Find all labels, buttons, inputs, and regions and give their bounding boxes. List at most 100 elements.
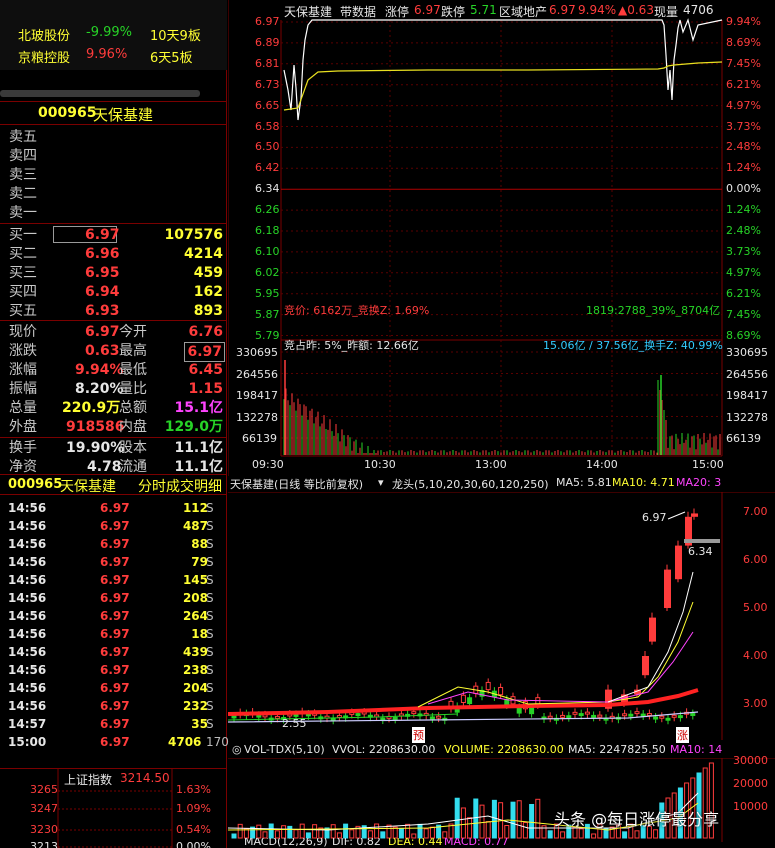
order-price: 6.96 [85,246,120,262]
volume-bar [312,824,318,839]
horizontal-scrollbar[interactable] [0,90,200,97]
tick-time: 15:00 [8,735,47,749]
tick-volume: 439 [182,645,208,659]
ticks-header: 000965 天保基建 分时成交明细 [0,474,227,495]
index-pct: 0.00% [176,840,211,848]
quote-label: 换手 [9,440,37,456]
pct-tick: 8.69% [726,35,761,49]
candle-body [256,714,262,718]
tick-flag: S [206,699,214,713]
pct-tick: 1.24% [726,161,761,175]
volume-label[interactable]: VOL-TDX(5,10) [244,743,325,756]
quote-row: 总量 220.9万 总额 15.1亿 [0,399,227,417]
price-tick: 6.34 [255,182,280,196]
tick-flag: S [206,609,214,623]
price-tick: 6.18 [255,224,280,237]
tick-flag: S [206,717,214,731]
pct-tick: 4.97% [726,98,761,112]
quote-value: 11.1亿 [174,440,223,456]
quote-row: 涨跌 0.63 最高 6.97 [0,342,227,362]
tick-time: 14:56 [8,609,47,623]
order-volume: 4214 [184,246,223,262]
vol-tick: 330695 [236,346,278,359]
tick-time: 14:56 [8,627,47,641]
volume-bar [429,826,435,839]
daily-indicator[interactable]: 龙头(5,10,20,30,60,120,250) [392,476,549,492]
volume-bar [529,803,535,839]
order-label: 卖三 [9,167,37,183]
volume-bar [367,830,373,839]
vol-tick-right: 198417 [726,389,768,402]
tick-price: 6.97 [100,519,130,533]
candle-body [664,569,671,608]
tick-volume: 208 [182,591,208,605]
tick-volume: 4706 [168,735,202,749]
quote-value: 15.1亿 [174,400,223,416]
price-tick: 6.10 [255,244,280,258]
order-price: 6.94 [85,284,120,300]
tick-row: 14:57 6.97 35 S [0,715,227,733]
order-label: 卖五 [9,129,37,145]
volume-bar [454,797,460,839]
tick-time: 14:56 [8,501,47,515]
daily-chart[interactable] [228,492,775,740]
volume-bar [268,823,274,839]
intraday-chart[interactable] [228,0,775,476]
volume-bar [423,828,429,839]
macd-label[interactable]: MACD(12,26,9) [244,838,328,848]
ticks-code: 000965 [8,477,63,492]
right-panel: 天保基建 带数据 涨停 6.97 跌停 5.71 区域地产 6.97 9.94%… [228,0,775,848]
candle-body [231,715,237,719]
settings-icon[interactable]: ◎ [232,743,242,756]
quote-label: 总量 [9,400,37,416]
tick-volume: 264 [182,609,208,623]
index-pct: 1.63% [176,783,211,796]
pct-tick: 6.21% [726,77,761,91]
vol-tick: 132278 [236,410,278,424]
quote-label: 涨跌 [9,343,37,359]
tick-price: 6.97 [100,699,130,713]
tick-volume: 79 [191,555,208,569]
candle-body [566,715,572,719]
tick-row: 14:56 6.97 232 S [0,697,227,715]
watchlist-item[interactable]: 北玻股份 -9.99% 10天9板 [0,22,227,44]
vol-header-left: 竞占昨: 5%_昨额: 12.66亿 [284,339,419,352]
tick-price: 6.97 [100,573,130,587]
index-level: 3213 [30,840,58,848]
volume-bar [516,800,522,839]
candle-body [659,715,665,719]
volume-bar [343,823,349,839]
volume-tick: 10000 [733,800,768,813]
tick-time: 14:56 [8,573,47,587]
candle-body [572,711,578,715]
order-label: 卖一 [9,205,37,221]
candle-body [578,713,584,717]
watchlist-name: 京粮控股 [18,51,71,66]
daily-low-label: 2.55 [282,717,307,730]
ma-line-magenta [427,631,694,705]
price-tick: 6.65 [255,98,280,112]
tick-row: 14:56 6.97 18 S [0,625,227,643]
candle-body [642,656,649,676]
quote-label: 今开 [119,324,147,340]
pct-tick: 4.97% [726,265,761,279]
tick-row: 14:56 6.97 112 S [0,499,227,517]
tick-time: 14:56 [8,537,47,551]
pct-tick: 3.73% [726,119,761,133]
tick-price: 6.97 [100,663,130,677]
watchlist-item[interactable]: 京粮控股 9.96% 6天5板 [0,44,227,66]
candle-body [460,694,466,703]
candle-body [330,717,336,721]
tick-row: 14:56 6.97 88 S [0,535,227,553]
price-level-bar [684,539,720,543]
tick-row: 14:56 6.97 264 S [0,607,227,625]
price-tick: 5.79 [255,328,280,342]
chevron-down-icon[interactable]: ▾ [378,476,384,489]
order-price: 6.97 [85,227,120,243]
candle-body [597,714,603,718]
tick-time: 14:57 [8,717,47,731]
quote-value: 6.97 [85,324,120,340]
order-label: 买二 [9,246,37,262]
daily-price-tick: 7.00 [743,505,768,518]
watchlist-change: -9.99% [86,25,132,40]
